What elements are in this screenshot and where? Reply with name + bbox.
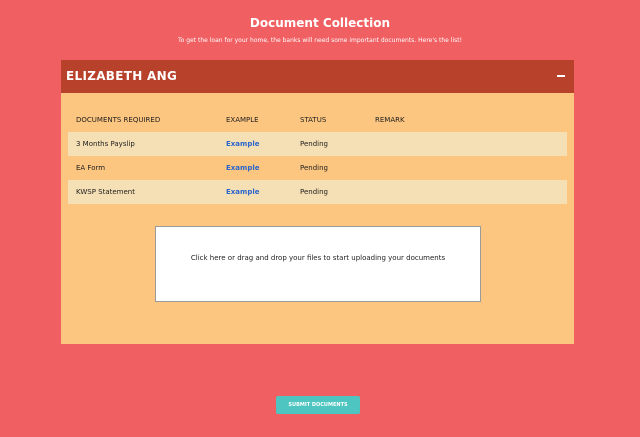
submit-documents-button[interactable]: SUBMIT DOCUMENTS <box>276 396 360 414</box>
table-header-row: DOCUMENTS REQUIRED EXAMPLE STATUS REMARK <box>68 108 567 132</box>
document-name: 3 Months Payslip <box>76 140 135 148</box>
table-row: EA Form Example Pending <box>68 156 567 180</box>
applicant-panel: ELIZABETH ANG DOCUMENTS REQUIRED EXAMPLE… <box>61 60 574 344</box>
page-subtitle: To get the loan for your home, the banks… <box>178 37 462 44</box>
status-text: Pending <box>300 164 328 172</box>
status-text: Pending <box>300 188 328 196</box>
column-header-status: STATUS <box>300 116 327 124</box>
example-link[interactable]: Example <box>226 156 259 180</box>
minus-icon[interactable] <box>554 69 568 83</box>
status-text: Pending <box>300 140 328 148</box>
documents-table: DOCUMENTS REQUIRED EXAMPLE STATUS REMARK… <box>68 108 567 204</box>
page-title: Document Collection <box>249 16 391 30</box>
table-row: KWSP Statement Example Pending <box>68 180 567 204</box>
example-link[interactable]: Example <box>226 132 259 156</box>
example-link[interactable]: Example <box>226 180 259 204</box>
applicant-panel-header[interactable]: ELIZABETH ANG <box>61 60 574 93</box>
drop-zone-instruction: Click here or drag and drop your files t… <box>190 254 446 262</box>
column-header-documents: DOCUMENTS REQUIRED <box>76 116 161 124</box>
table-row: 3 Months Payslip Example Pending <box>68 132 567 156</box>
column-header-remark: REMARK <box>375 116 405 124</box>
document-name: KWSP Statement <box>76 188 135 196</box>
column-header-example: EXAMPLE <box>226 116 259 124</box>
document-name: EA Form <box>76 164 106 172</box>
applicant-name: ELIZABETH ANG <box>66 69 178 83</box>
file-drop-zone[interactable]: Click here or drag and drop your files t… <box>155 226 481 302</box>
